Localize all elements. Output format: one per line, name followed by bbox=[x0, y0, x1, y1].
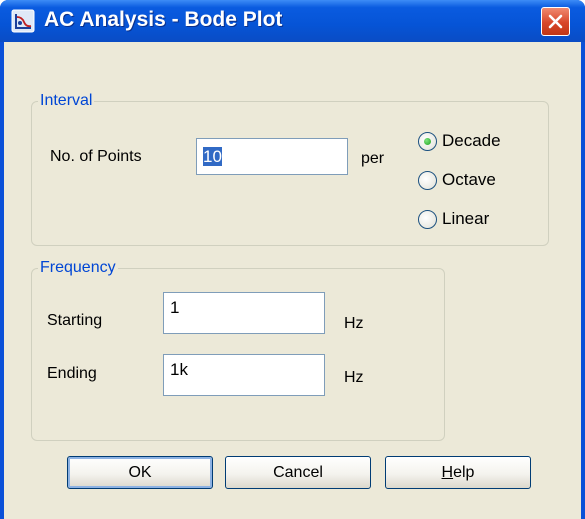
bode-plot-app-icon bbox=[11, 9, 35, 33]
linear-radio-circle bbox=[418, 210, 437, 229]
radio-selected-dot bbox=[424, 138, 431, 145]
per-label: per bbox=[361, 150, 385, 167]
title-bar[interactable]: AC Analysis - Bode Plot bbox=[0, 0, 585, 42]
octave-radio-circle bbox=[418, 171, 437, 190]
interval-legend: Interval bbox=[40, 92, 93, 109]
dialog-body: Interval No. of Points 10 per Decade Oct… bbox=[4, 42, 581, 519]
ending-unit: Hz bbox=[344, 369, 364, 386]
octave-radio[interactable]: Octave bbox=[418, 170, 538, 192]
help-mnemonic: H bbox=[441, 464, 454, 481]
help-label-rest: elp bbox=[453, 464, 475, 481]
decade-radio[interactable]: Decade bbox=[418, 131, 538, 153]
cancel-button[interactable]: Cancel bbox=[225, 456, 371, 489]
ok-button[interactable]: OK bbox=[67, 456, 213, 489]
dialog-window: AC Analysis - Bode Plot Interval No. of … bbox=[0, 0, 585, 519]
starting-label: Starting bbox=[47, 312, 103, 329]
linear-radio[interactable]: Linear bbox=[418, 209, 538, 231]
ending-label: Ending bbox=[47, 365, 97, 382]
decade-radio-circle bbox=[418, 132, 437, 151]
frequency-group: Frequency bbox=[31, 259, 445, 441]
decade-label: Decade bbox=[442, 131, 501, 150]
points-input[interactable]: 10 bbox=[196, 138, 348, 175]
window-title: AC Analysis - Bode Plot bbox=[44, 8, 283, 31]
linear-label: Linear bbox=[442, 209, 490, 228]
points-label: No. of Points bbox=[50, 148, 142, 165]
close-button[interactable] bbox=[541, 7, 570, 36]
starting-input[interactable]: 1 bbox=[163, 292, 325, 334]
points-value: 10 bbox=[203, 147, 222, 166]
close-x-icon bbox=[548, 14, 563, 29]
octave-label: Octave bbox=[442, 170, 496, 189]
starting-unit: Hz bbox=[344, 315, 364, 332]
help-button[interactable]: Help bbox=[385, 456, 531, 489]
frequency-legend: Frequency bbox=[40, 259, 116, 276]
ending-input[interactable]: 1k bbox=[163, 354, 325, 396]
